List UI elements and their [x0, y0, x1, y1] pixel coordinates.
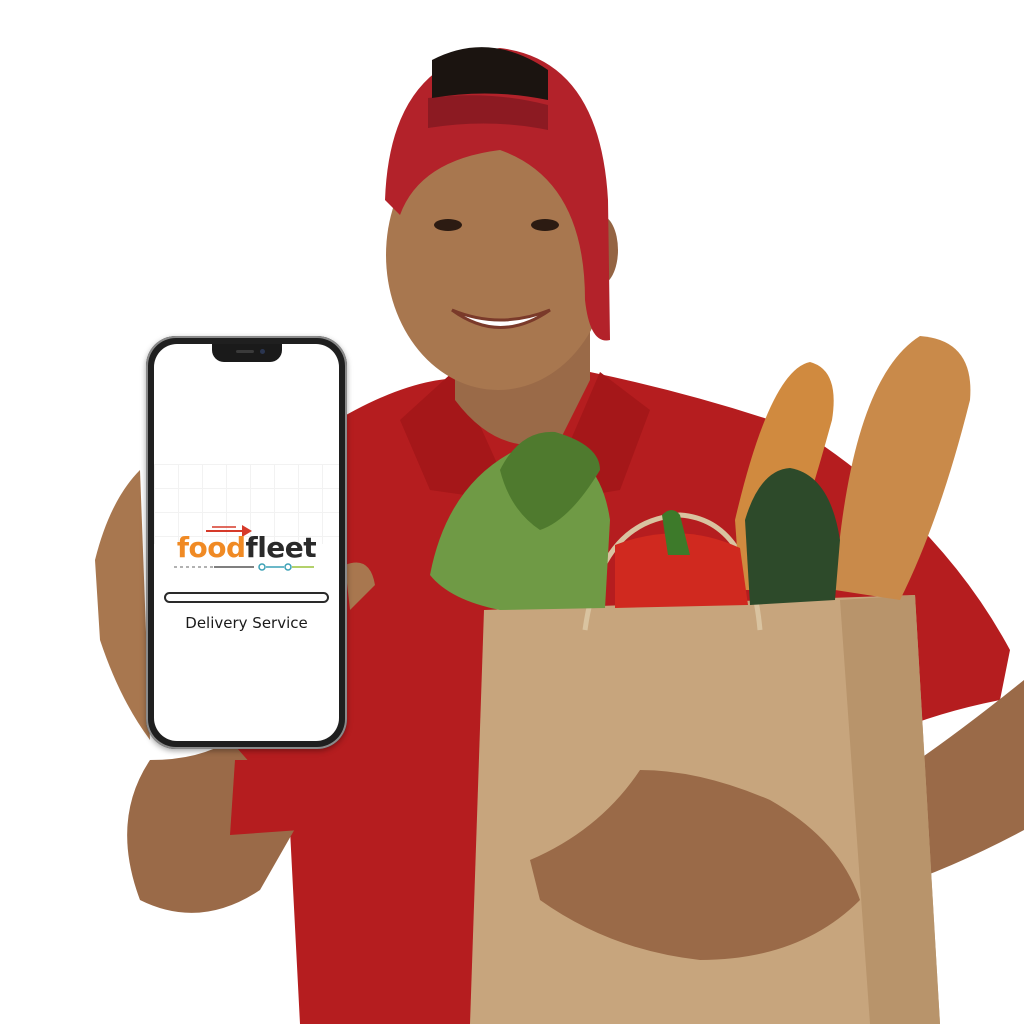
hair — [432, 47, 548, 100]
loading-progress-bar — [164, 592, 329, 603]
baguette-2 — [835, 336, 971, 600]
camera-icon — [259, 349, 265, 354]
speaker-icon — [235, 350, 254, 353]
phone-screen: foodfleet Delivery Service — [154, 344, 339, 741]
left-eye — [434, 219, 462, 231]
logo-food-text: food — [176, 531, 246, 564]
app-logo: foodfleet — [154, 531, 339, 564]
phone-notch — [211, 344, 282, 362]
logo-fleet-text: fleet — [245, 531, 317, 564]
delivery-track-icon — [174, 563, 314, 571]
app-subtitle: Delivery Service — [185, 614, 308, 632]
left-sleeve — [230, 760, 300, 835]
right-eye — [531, 219, 559, 231]
left-hand — [95, 470, 150, 740]
smartphone: foodfleet Delivery Service — [146, 336, 347, 749]
